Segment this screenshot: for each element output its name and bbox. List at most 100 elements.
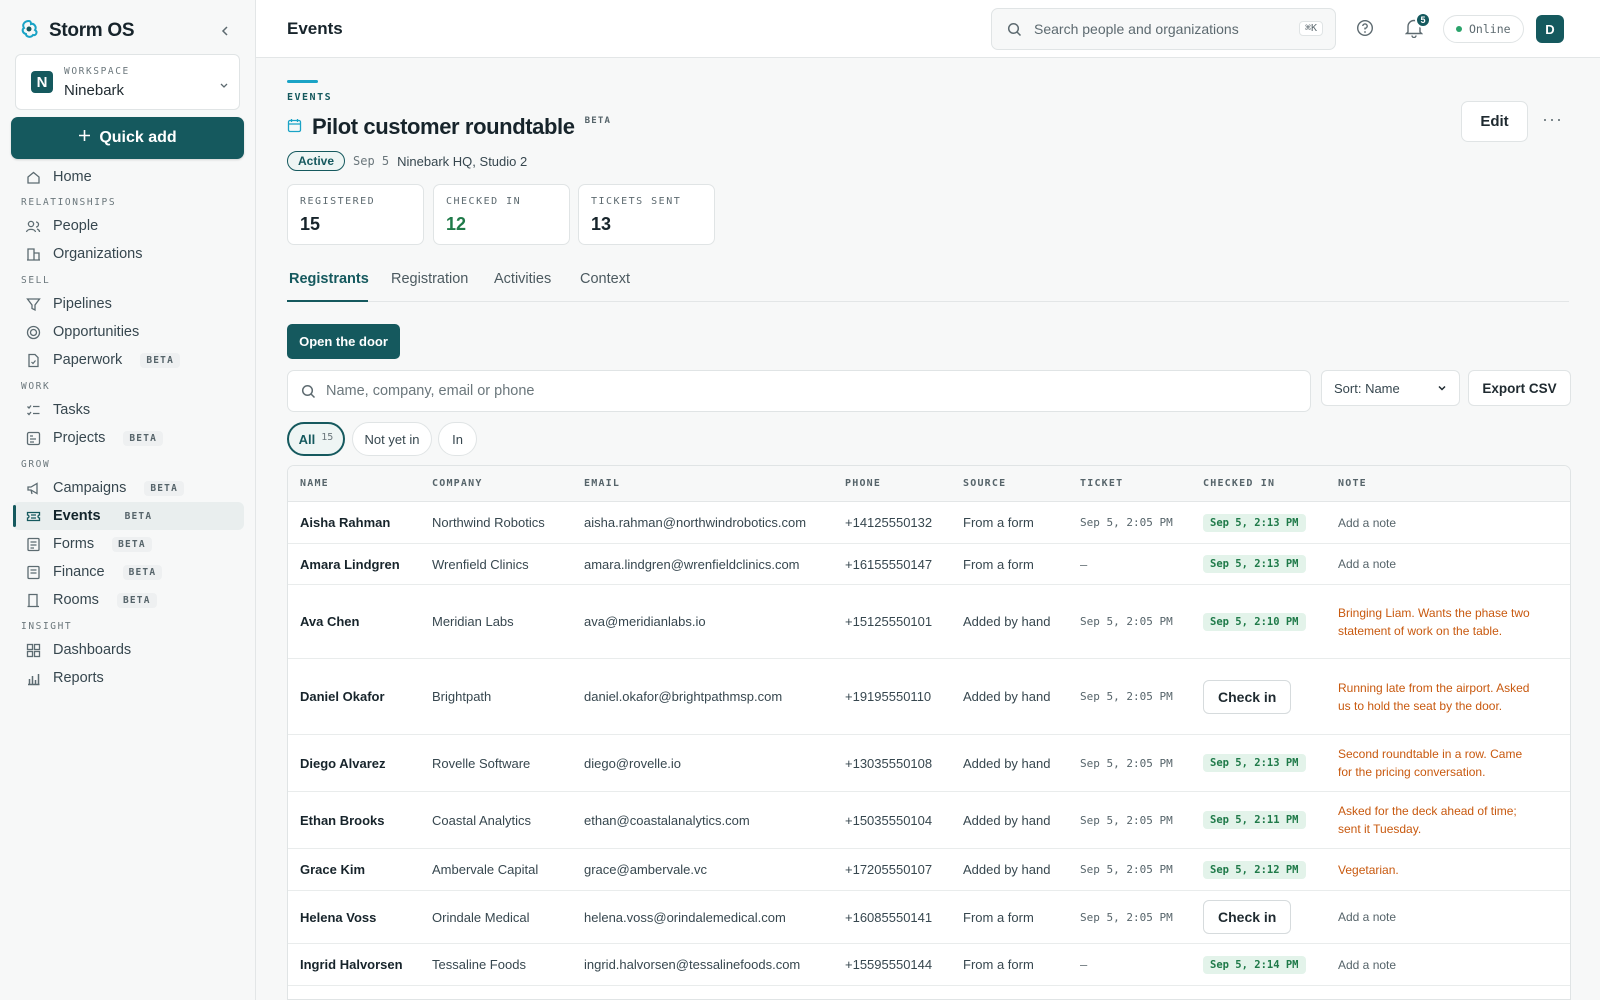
sidebar-item-forms[interactable]: Forms BETA [13, 530, 244, 558]
export-csv-button[interactable]: Export CSV [1468, 370, 1571, 406]
add-note-link[interactable]: Add a note [1338, 514, 1534, 532]
sidebar-item-tasks[interactable]: Tasks [13, 396, 244, 424]
sidebar-item-reports[interactable]: Reports [13, 664, 244, 692]
chip-not-yet-in[interactable]: Not yet in [352, 422, 432, 456]
cell-email[interactable]: grace@ambervale.vc [584, 849, 707, 890]
note-text: Running late from the airport. Asked us … [1338, 680, 1530, 713]
cell-phone: +16085550141 [845, 909, 933, 925]
storm-logo-icon [19, 19, 39, 42]
cell-email[interactable]: aisha.rahman@northwindrobotics.com [584, 502, 806, 543]
table-row[interactable]: Ethan Brooks Coastal Analytics ethan@coast… [288, 792, 1570, 849]
table-row[interactable]: Helena Voss Orindale Medical helena.voss@o… [288, 891, 1570, 944]
cell-phone: +13035550108 [845, 755, 933, 771]
cell-ticket: Sep 5, 2:05 PM [1080, 863, 1173, 876]
beta-badge: BETA [122, 564, 163, 580]
sidebar-item-campaigns[interactable]: Campaigns BETA [13, 474, 244, 502]
sidebar-item-pipelines[interactable]: Pipelines [13, 290, 244, 318]
cell-company: Orindale Medical [432, 909, 530, 925]
edit-button[interactable]: Edit [1461, 101, 1528, 142]
table-row[interactable]: Diego Alvarez Rovelle Software diego@rovel… [288, 735, 1570, 792]
sidebar-item-home[interactable]: Home [13, 163, 244, 191]
table-row[interactable]: Grace Kim Ambervale Capital grace@amberval… [288, 849, 1570, 891]
cell-source: Added by hand [963, 862, 1051, 877]
column-header[interactable]: EMAIL [584, 478, 620, 489]
open-the-door-button[interactable]: Open the door [287, 324, 400, 359]
event-meta: Active Sep 5 Ninebark HQ, Studio 2 [287, 151, 527, 171]
stat-value: 12 [446, 214, 467, 234]
tab-registrants[interactable]: Registrants [289, 271, 369, 287]
cell-note: Second roundtable in a row. Came for the… [1338, 735, 1534, 791]
sidebar-item-dashboards[interactable]: Dashboards [13, 636, 244, 664]
column-header[interactable]: CHECKED IN [1203, 478, 1275, 489]
table-row[interactable]: Daniel Okafor Brightpath daniel.okafor@bri… [288, 659, 1570, 735]
sidebar-item-label: Dashboards [53, 642, 132, 658]
bar-chart-icon [25, 670, 41, 686]
registrant-search-input[interactable]: Name, company, email or phone [287, 370, 1311, 412]
add-note-link[interactable]: Add a note [1338, 908, 1534, 926]
collapse-sidebar-icon[interactable] [214, 20, 236, 42]
more-options-icon[interactable]: ··· [1542, 109, 1563, 130]
brand-name: Storm OS [49, 19, 135, 41]
cell-email[interactable]: ethan@coastalanalytics.com [584, 792, 750, 848]
calendar-icon [287, 118, 302, 136]
cell-ticket: – [1080, 556, 1088, 572]
sidebar-item-finance[interactable]: Finance BETA [13, 558, 244, 586]
cell-email[interactable]: amara.lindgren@wrenfieldclinics.com [584, 544, 800, 584]
column-header[interactable]: NAME [300, 478, 329, 489]
chip-in[interactable]: In [438, 422, 477, 456]
column-header[interactable]: SOURCE [963, 478, 1006, 489]
table-row[interactable]: Amara Lindgren Wrenfield Clinics amara.lin… [288, 544, 1570, 585]
cell-ticket: Sep 5, 2:05 PM [1080, 910, 1173, 924]
cell-email[interactable]: helena.voss@orindalemedical.com [584, 891, 786, 943]
column-header[interactable]: COMPANY [432, 478, 483, 489]
tab-context[interactable]: Context [580, 271, 630, 287]
workspace-switcher[interactable]: N WORKSPACE Ninebark [15, 54, 240, 110]
sidebar-item-paperwork[interactable]: Paperwork BETA [13, 346, 244, 374]
help-icon[interactable] [1356, 19, 1374, 40]
cell-email[interactable]: diego@rovelle.io [584, 735, 681, 791]
table-row[interactable]: Ava Chen Meridian Labs ava@meridianlabs.io… [288, 585, 1570, 659]
sidebar-item-projects[interactable]: Projects BETA [13, 424, 244, 452]
sidebar-item-people[interactable]: People [13, 212, 244, 240]
cell-email[interactable]: ava@meridianlabs.io [584, 585, 706, 658]
user-avatar[interactable]: D [1536, 15, 1564, 43]
add-note-link[interactable]: Add a note [1338, 555, 1534, 573]
quick-add-label: Quick add [99, 129, 177, 146]
sidebar-item-label: Campaigns [53, 480, 127, 496]
sidebar-item-rooms[interactable]: Rooms BETA [13, 586, 244, 614]
column-header[interactable]: PHONE [845, 478, 881, 489]
check-in-button[interactable]: Check in [1203, 679, 1292, 714]
shortcut-hint: ⌘K [1298, 21, 1323, 36]
stat-label: TICKETS SENT [591, 196, 682, 207]
filter-funnel-icon [25, 296, 41, 312]
table-row[interactable]: Aisha Rahman Northwind Robotics aisha.rahm… [288, 502, 1570, 544]
cell-phone: +15035550104 [845, 812, 933, 828]
cell-email[interactable]: ingrid.halvorsen@tessalinefoods.com [584, 944, 800, 985]
cell-email[interactable]: daniel.okafor@brightpathmsp.com [584, 659, 782, 734]
cell-phone: +14125550132 [845, 515, 933, 530]
checked-in-badge: Sep 5, 2:13 PM [1203, 555, 1306, 573]
main-content: EVENTS Pilot customer roundtable BETA Ac… [256, 58, 1600, 1000]
add-note-link[interactable]: Add a note [1338, 956, 1534, 974]
sidebar-item-opportunities[interactable]: Opportunities [13, 318, 244, 346]
workspace-logo: N [31, 71, 53, 93]
sidebar-item-organizations[interactable]: Organizations [13, 240, 244, 268]
quick-add-button[interactable]: Quick add [11, 117, 244, 159]
tab-registration[interactable]: Registration [391, 271, 468, 287]
cell-phone: +16155550147 [845, 556, 933, 572]
cell-name: Ava Chen [300, 614, 360, 629]
section-work: WORK [21, 381, 51, 392]
column-header[interactable]: NOTE [1338, 478, 1367, 489]
tab-activities[interactable]: Activities [494, 271, 551, 287]
sort-select[interactable]: Sort: Name [1321, 370, 1460, 406]
cell-checked-in: Sep 5, 2:14 PM [1203, 944, 1306, 985]
global-search-input[interactable]: Search people and organizations ⌘K [991, 8, 1336, 50]
cell-company: Tessaline Foods [432, 957, 526, 972]
brand[interactable]: Storm OS [19, 19, 135, 42]
column-header[interactable]: TICKET [1080, 478, 1123, 489]
check-in-button[interactable]: Check in [1203, 900, 1292, 934]
chip-all[interactable]: All 15 [287, 422, 345, 456]
table-row[interactable]: Ingrid Halvorsen Tessaline Foods ingrid.ha… [288, 944, 1570, 986]
sidebar-item-events[interactable]: Events BETA [13, 502, 244, 530]
presence-status[interactable]: Online [1443, 15, 1524, 43]
